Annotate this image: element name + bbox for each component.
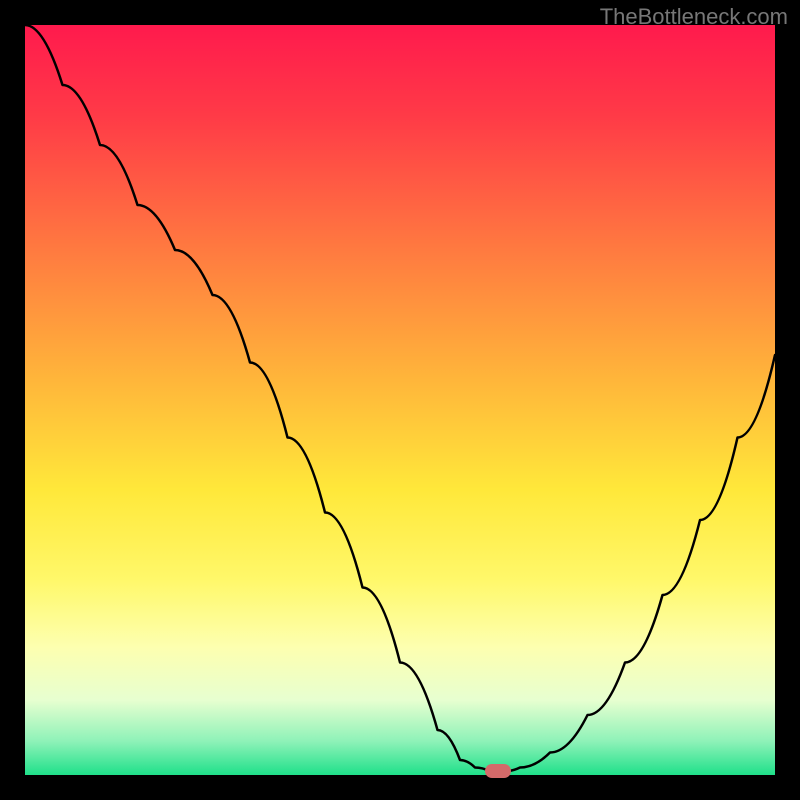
watermark-text: TheBottleneck.com <box>600 4 788 30</box>
chart-overlay <box>25 25 775 775</box>
plot-area <box>25 25 775 775</box>
bottleneck-curve <box>25 25 775 771</box>
optimal-point-marker <box>485 764 511 778</box>
